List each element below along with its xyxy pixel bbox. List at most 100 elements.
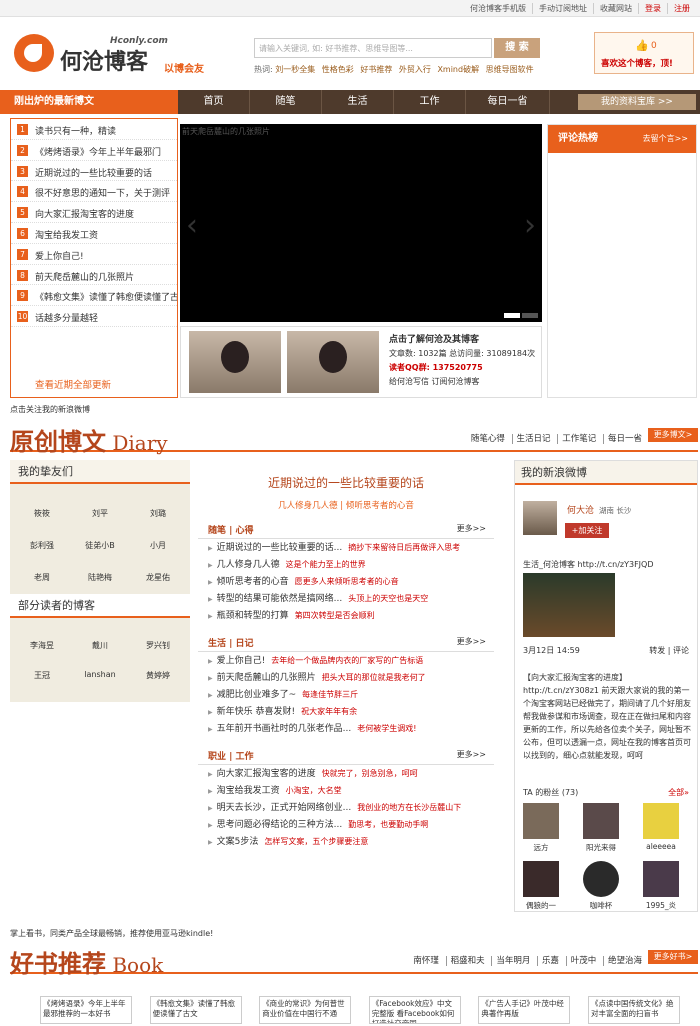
post-item[interactable]: 文案5步法怎样写文案，五个步骤要注意 (198, 833, 494, 850)
post-item[interactable]: 向大家汇报淘宝客的进度快就完了，别急别急，呵呵 (198, 765, 494, 782)
search-input[interactable]: 请输入关键词, 如: 好书推荐、思维导图等... (254, 38, 492, 58)
hot-word[interactable]: 思维导图软件 (486, 65, 534, 74)
list-item[interactable]: 2 《烤烤语录》今年上半年最邪门 (11, 140, 177, 161)
fan-item[interactable]: 1995_炎 (641, 861, 681, 911)
book-item[interactable]: 《Facebook效应》中文完整版 看Facebook如何打造社交帝国 (368, 996, 461, 1024)
search-button[interactable]: 搜 索 (494, 38, 540, 58)
post-item[interactable]: 倾听思考者的心音愿更多人来倾听思考者的心音 (198, 573, 494, 590)
author-link[interactable]: 绝望治海 (602, 956, 646, 966)
list-item[interactable]: 4 很不好意思的通知一下，关于测评 (11, 181, 177, 203)
friend-link[interactable]: 徒弟小B (72, 540, 128, 551)
view-all-updates-link[interactable]: 查看近期全部更新 (35, 377, 111, 391)
list-item[interactable]: 9 《韩愈文集》读懂了韩愈便读懂了古文 (11, 285, 177, 307)
mobile-link[interactable]: 何沧博客手机版 (464, 3, 532, 14)
fan-item[interactable]: 阳光来得 (581, 803, 621, 853)
reader-link[interactable]: 李海昱 (14, 640, 70, 651)
book-item[interactable]: 《烤烤语录》今年上半年最邪推荐的一本好书 (40, 996, 132, 1024)
list-item[interactable]: 3 近期说过的一些比较重要的话 (11, 161, 177, 182)
author-link[interactable]: 当年明月 (491, 956, 535, 966)
list-item[interactable]: 6 淘宝给我发工资 (11, 223, 177, 244)
post-item[interactable]: 爱上你自己!去年给一个做品牌内衣的厂家写的广告标语 (198, 652, 494, 669)
author-link[interactable]: 南怀瑾 (409, 956, 443, 966)
site-logo[interactable]: Hconly.com 何沧博客 以博会友 (14, 30, 224, 78)
nav-daily[interactable]: 每日一省 (466, 90, 550, 114)
friend-link[interactable]: 陆艳梅 (72, 572, 128, 583)
post-item[interactable]: 五年前开书画社时的几张老作品...老何被学生调戏! (198, 720, 494, 737)
subscribe-link[interactable]: 手动订阅地址 (532, 3, 593, 14)
author-link[interactable]: 稻盛和夫 (445, 956, 489, 966)
post-item[interactable]: 思考问题必得结论的三种方法...勤思考，也要勤动手啊 (198, 816, 494, 833)
photo-slider[interactable]: 前天爬岳麓山的几张照片 ‹ › (180, 124, 542, 322)
book-item[interactable]: 《广告人手记》叶茂中经典著作再版 (478, 996, 571, 1024)
friend-link[interactable]: 龙星佑 (130, 572, 186, 583)
book-item[interactable]: 《商业的常识》为何普世商业价值在中国行不通 (259, 996, 352, 1024)
profile-links[interactable]: 给何沧写信 订阅何沧博客 (389, 375, 535, 389)
library-button[interactable]: 我的资料宝库 >> (578, 94, 696, 110)
fan-item[interactable]: 咖啡杯 (581, 861, 621, 911)
weibo-image[interactable] (523, 573, 615, 637)
more-books-button[interactable]: 更多好书> (648, 950, 698, 964)
diary-link[interactable]: 随笔心得 (467, 434, 509, 444)
follow-button[interactable]: +加关注 (565, 523, 609, 538)
friend-link[interactable]: 小月 (130, 540, 186, 551)
fan-item[interactable]: aleeeea (641, 803, 681, 851)
nav-work[interactable]: 工作 (394, 90, 466, 114)
hot-word[interactable]: Xmind破解 (437, 65, 479, 74)
avatar[interactable] (523, 501, 557, 535)
login-link[interactable]: 登录 (638, 3, 667, 14)
like-box[interactable]: 👍 0 喜欢这个博客，顶! (594, 32, 694, 74)
reader-link[interactable]: 王冠 (14, 670, 70, 681)
post-item[interactable]: 明天去长沙，正式开始网络创业...我创业的地方在长沙岳麓山下 (198, 799, 494, 816)
friend-link[interactable]: 刘平 (72, 508, 128, 519)
weibo-name[interactable]: 何大沧 (567, 503, 594, 516)
friend-link[interactable]: 老周 (14, 572, 70, 583)
next-arrow-icon[interactable]: › (524, 208, 536, 243)
more-link[interactable]: 更多>> (457, 636, 486, 647)
list-item[interactable]: 5 向大家汇报淘宝客的进度 (11, 202, 177, 223)
post-item[interactable]: 近期说过的一些比较重要的话...摘抄下来留待日后再做评入思考 (198, 539, 494, 556)
favorite-link[interactable]: 收藏网站 (593, 3, 638, 14)
friend-link[interactable]: 彭利强 (14, 540, 70, 551)
leave-message-link[interactable]: 去留个言>> (643, 125, 688, 153)
list-item[interactable]: 1 读书只有一种，精读 (11, 119, 177, 140)
profile-title[interactable]: 点击了解何沧及其博客 (389, 333, 535, 347)
author-link[interactable]: 乐嘉 (537, 956, 564, 966)
book-item[interactable]: 《韩愈文集》读懂了韩愈便读懂了古文 (149, 996, 242, 1024)
reader-link[interactable]: lanshan (72, 670, 128, 679)
hot-word[interactable]: 外贸入行 (399, 65, 431, 74)
post-item[interactable]: 减肥比创业难多了~每逢佳节胖三斤 (198, 686, 494, 703)
post-item[interactable]: 前天爬岳麓山的几张照片把头大耳的那位就是我老何了 (198, 669, 494, 686)
feature-title[interactable]: 近期说过的一些比较重要的话 (198, 474, 494, 491)
nav-life[interactable]: 生活 (322, 90, 394, 114)
register-link[interactable]: 注册 (667, 3, 696, 14)
fan-item[interactable]: 远方 (521, 803, 561, 853)
diary-link[interactable]: 工作笔记 (557, 434, 601, 444)
post-item[interactable]: 转型的结果可能依然是搞网络...头顶上的天空也是天空 (198, 590, 494, 607)
slider-dots[interactable] (504, 313, 538, 318)
weibo-link[interactable]: 生活_何沧博客 http://t.cn/zY3FJQD (523, 559, 654, 570)
nav-essay[interactable]: 随笔 (250, 90, 322, 114)
reader-link[interactable]: 黄婷婷 (130, 670, 186, 681)
author-link[interactable]: 叶茂中 (565, 956, 601, 966)
all-fans-link[interactable]: 全部» (668, 787, 689, 798)
list-item[interactable]: 8 前天爬岳麓山的几张照片 (11, 265, 177, 286)
hot-word[interactable]: 好书推荐 (360, 65, 392, 74)
diary-link[interactable]: 每日一省 (602, 434, 646, 444)
book-item[interactable]: 《点读中国传统文化》绝对丰富全面的扫盲书 (587, 996, 680, 1024)
hot-word[interactable]: 性格色彩 (322, 65, 354, 74)
more-posts-button[interactable]: 更多博文> (648, 428, 698, 442)
follow-weibo-link[interactable]: 点击关注我的新浪微博 (10, 404, 90, 415)
reader-link[interactable]: 戴川 (72, 640, 128, 651)
hot-word[interactable]: 刘一秒全集 (275, 65, 315, 74)
diary-link[interactable]: 生活日记 (511, 434, 555, 444)
friend-link[interactable]: 刘璐 (130, 508, 186, 519)
post-item[interactable]: 几人修身几人德这是个能力至上的世界 (198, 556, 494, 573)
more-link[interactable]: 更多>> (457, 749, 486, 760)
friend-link[interactable]: 筱筱 (14, 508, 70, 519)
list-item[interactable]: 10 话越多分量越轻 (11, 306, 177, 327)
list-item[interactable]: 7 爱上你自己! (11, 244, 177, 265)
post-item[interactable]: 淘宝给我发工资小淘宝，大名堂 (198, 782, 494, 799)
reader-link[interactable]: 罗兴钊 (130, 640, 186, 651)
more-link[interactable]: 更多>> (457, 523, 486, 534)
fan-item[interactable]: 偶狼的一 (521, 861, 561, 911)
